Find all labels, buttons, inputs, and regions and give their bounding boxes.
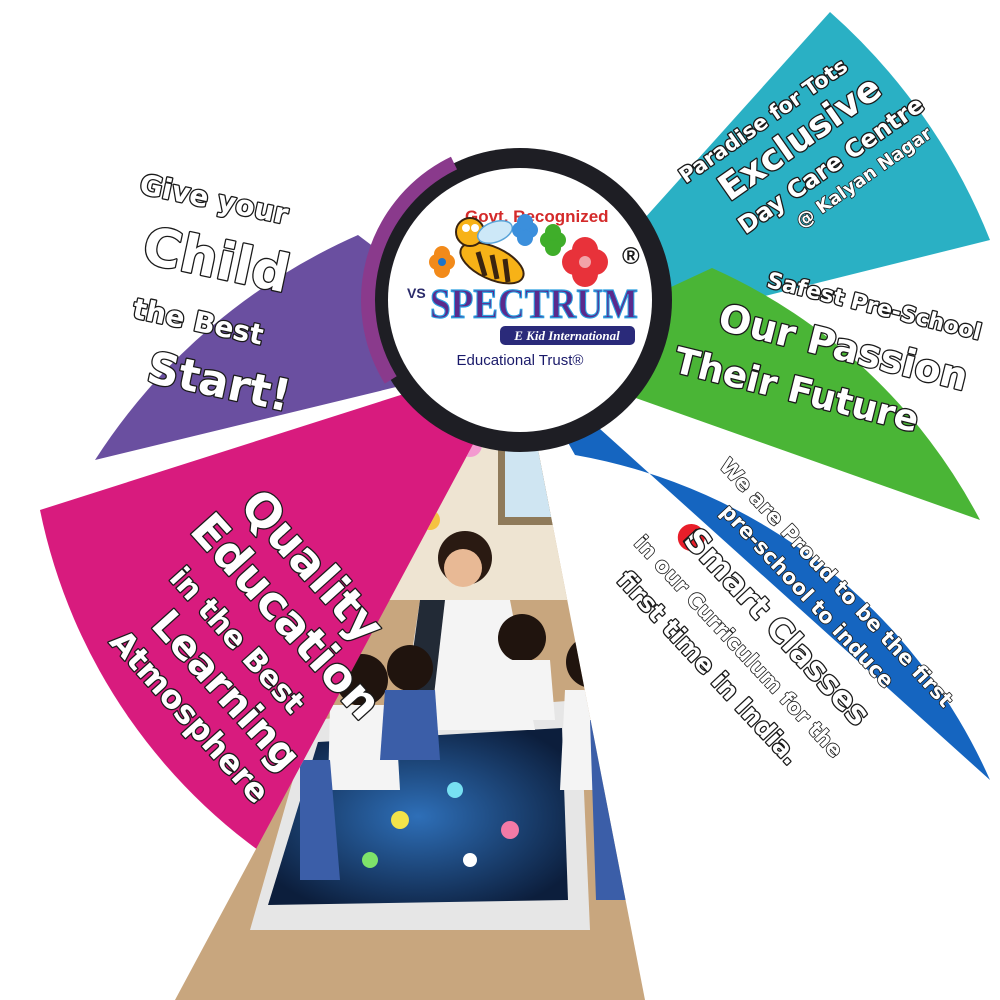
logo-registered: ® [622,243,640,270]
fan-graphic: Govt. Recognized ® VS SPECTRUM E Kid Int… [40,12,990,1000]
logo-recognition: Govt. Recognized [465,207,609,226]
poster: Govt. Recognized ® VS SPECTRUM E Kid Int… [0,0,1000,1000]
logo-prefix: VS [407,285,426,301]
logo-trust: Educational Trust® [457,352,584,369]
child-line-2: Child [138,216,295,305]
text-smart-panel: We are Proud to be the first pre-school … [610,453,959,772]
logo-tagline: E Kid International [513,328,620,343]
logo-name: SPECTRUM [430,282,638,328]
